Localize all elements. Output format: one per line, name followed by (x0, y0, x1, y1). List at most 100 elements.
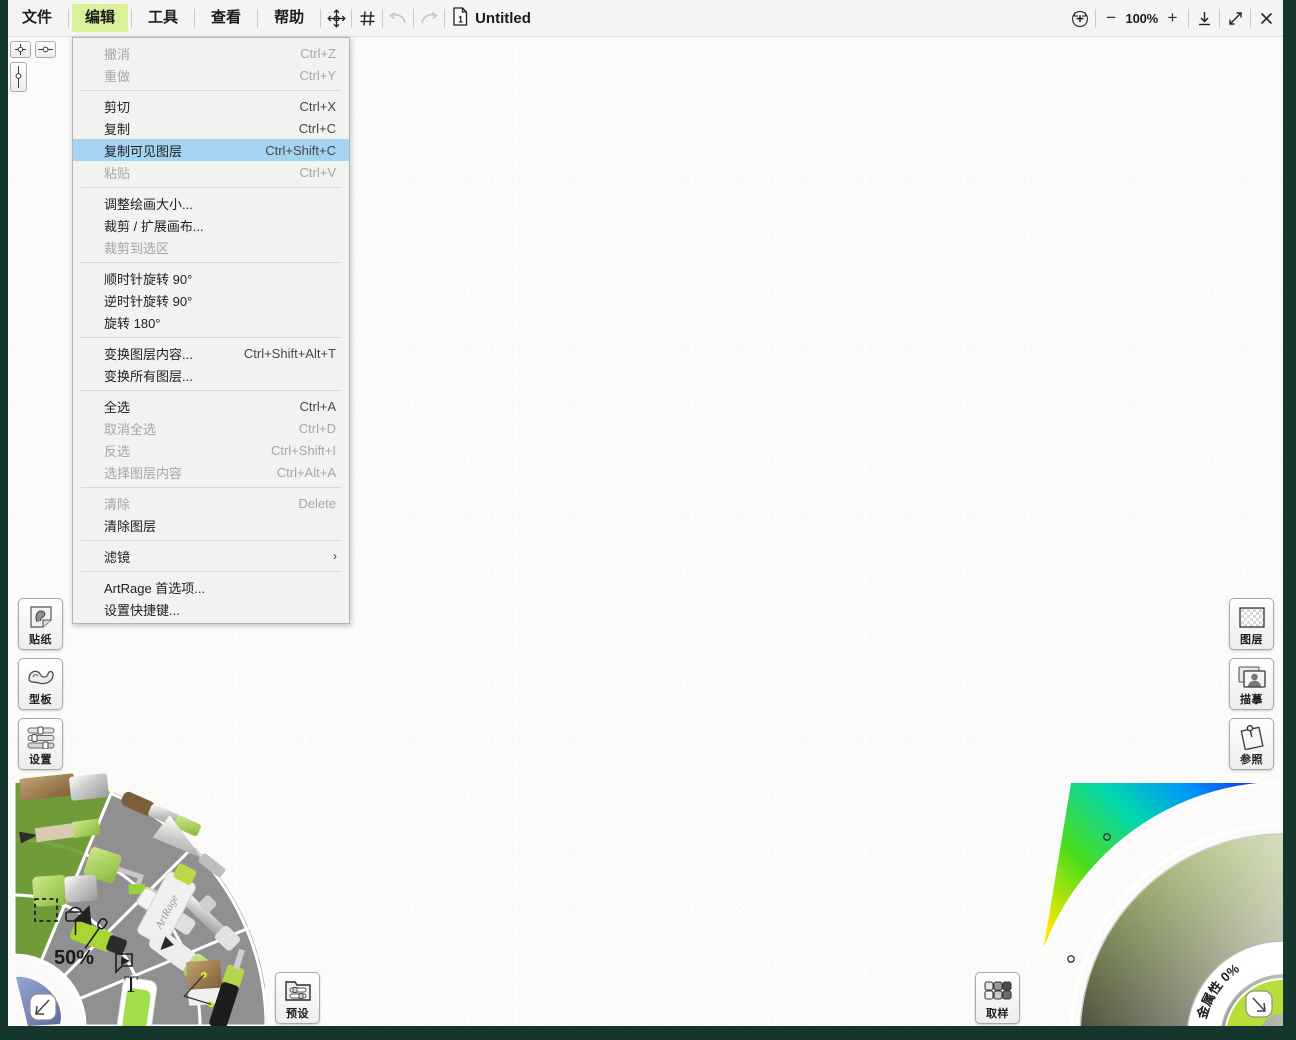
menu-tools[interactable]: 工具 (135, 4, 191, 32)
menu-help[interactable]: 帮助 (261, 4, 317, 32)
menu-item-label: 逆时针旋转 90° (104, 291, 336, 310)
panel-button-sample[interactable]: 取样 (975, 972, 1020, 1024)
menu-divider (320, 9, 321, 28)
menu-file[interactable]: 文件 (9, 4, 65, 32)
panel-button-settings[interactable]: 设置 (18, 718, 63, 770)
mini-tool-strip (10, 41, 56, 96)
menu-item-4-0[interactable]: 变换图层内容...Ctrl+Shift+Alt+T (73, 342, 349, 364)
panel-label-reference: 参照 (1240, 751, 1263, 767)
menu-item-label: 全选 (104, 397, 286, 416)
panel-label-preset: 预设 (286, 1005, 309, 1021)
menu-edit[interactable]: 编辑 (72, 4, 128, 32)
menu-view[interactable]: 查看 (198, 4, 254, 32)
chevron-right-icon: › (333, 549, 337, 563)
panel-label-sample: 取样 (986, 1005, 1009, 1021)
panel-button-stencil[interactable]: 型板 (18, 658, 63, 710)
menu-item-1-3: 粘贴Ctrl+V (73, 161, 349, 183)
menu-item-3-1[interactable]: 逆时针旋转 90° (73, 289, 349, 311)
panel-button-reference[interactable]: 参照 (1229, 718, 1274, 770)
close-icon[interactable] (1253, 5, 1279, 31)
menu-item-8-0[interactable]: ArtRage 首选项... (73, 576, 349, 598)
menu-item-5-1: 取消全选Ctrl+D (73, 417, 349, 439)
download-icon[interactable] (1191, 5, 1217, 31)
menu-divider (257, 9, 258, 28)
panel-label-settings: 设置 (29, 751, 52, 767)
rotate-reset-icon[interactable] (1067, 5, 1093, 31)
menu-item-shortcut: Ctrl+Y (300, 68, 336, 83)
zoom-out-button[interactable]: − (1105, 8, 1118, 28)
menu-divider (382, 9, 383, 28)
vertical-slider-tool[interactable] (10, 62, 27, 92)
menu-item-shortcut: Ctrl+C (299, 121, 336, 136)
panel-label-stencil: 型板 (29, 691, 52, 707)
menu-item-3-2[interactable]: 旋转 180° (73, 311, 349, 333)
menu-item-8-1[interactable]: 设置快捷键... (73, 598, 349, 620)
menu-divider (194, 9, 195, 28)
preset-folder-icon (283, 978, 313, 1004)
menu-divider (1250, 9, 1251, 28)
menu-item-label: 裁剪 / 扩展画布... (104, 216, 336, 235)
document-title: Untitled (475, 10, 531, 27)
pointer-precision-tool[interactable] (10, 41, 31, 58)
menu-divider (1095, 9, 1096, 28)
menu-item-1-0[interactable]: 剪切Ctrl+X (73, 95, 349, 117)
menu-item-2-1[interactable]: 裁剪 / 扩展画布... (73, 214, 349, 236)
reference-pin-icon (1237, 724, 1267, 750)
menu-divider (131, 9, 132, 28)
color-picker-wheel[interactable]: 金属性 0% (1033, 772, 1283, 1026)
mini-tool-row (10, 62, 56, 92)
menu-item-label: 清除图层 (104, 516, 336, 535)
zoom-controls: − 100% + (1098, 8, 1186, 28)
move-icon[interactable] (323, 5, 349, 31)
panel-button-preset[interactable]: 预设 (275, 972, 320, 1024)
menu-item-6-1[interactable]: 清除图层 (73, 514, 349, 536)
menu-item-0-1: 重做Ctrl+Y (73, 64, 349, 86)
fullscreen-icon[interactable] (1222, 5, 1248, 31)
panel-button-trace[interactable]: 描摹 (1229, 658, 1274, 710)
zoom-level: 100% (1126, 11, 1158, 26)
zoom-in-button[interactable]: + (1166, 8, 1179, 28)
menu-separator (81, 187, 341, 188)
menu-item-shortcut: Ctrl+A (300, 399, 336, 414)
horizontal-slider-tool[interactable] (35, 41, 56, 58)
trace-image-icon (1237, 664, 1267, 690)
layers-icon (1237, 604, 1267, 630)
stencil-icon (26, 664, 56, 690)
menu-item-6-0: 清除Delete (73, 492, 349, 514)
menu-separator (81, 487, 341, 488)
menu-item-1-2[interactable]: 复制可见图层Ctrl+Shift+C (73, 139, 349, 161)
menu-item-4-1[interactable]: 变换所有图层... (73, 364, 349, 386)
menu-item-shortcut: Ctrl+Z (300, 46, 336, 61)
menu-separator (81, 571, 341, 572)
panel-label-sticker: 贴纸 (29, 631, 52, 647)
menu-divider (444, 9, 445, 28)
menu-item-label: 复制 (104, 119, 285, 138)
panel-button-sticker[interactable]: 贴纸 (18, 598, 63, 650)
menu-item-3-0[interactable]: 顺时针旋转 90° (73, 267, 349, 289)
panel-label-layers: 图层 (1240, 631, 1263, 647)
menu-item-label: 变换图层内容... (104, 344, 230, 363)
menu-item-2-0[interactable]: 调整绘画大小... (73, 192, 349, 214)
menu-divider (1188, 9, 1189, 28)
menu-item-7-0[interactable]: 滤镜› (73, 545, 349, 567)
menu-item-shortcut: Ctrl+D (299, 421, 336, 436)
redo-icon[interactable] (416, 5, 442, 31)
menu-item-shortcut: Ctrl+Alt+A (277, 465, 336, 480)
menu-item-5-0[interactable]: 全选 Ctrl+A (73, 395, 349, 417)
menu-divider (351, 9, 352, 28)
menu-item-shortcut: Ctrl+Shift+C (265, 143, 336, 158)
color-samples-icon (983, 978, 1013, 1004)
menu-item-shortcut: Delete (298, 496, 336, 511)
menu-item-5-3: 选择图层内容Ctrl+Alt+A (73, 461, 349, 483)
mini-tool-row (10, 41, 56, 58)
menu-separator (81, 262, 341, 263)
grid-icon[interactable] (354, 5, 380, 31)
menu-item-1-1[interactable]: 复制 Ctrl+C (73, 117, 349, 139)
menu-separator (81, 90, 341, 91)
sliders-icon (26, 724, 56, 750)
document-title-group: 1 Untitled (453, 7, 531, 30)
menu-divider (413, 9, 414, 28)
menu-item-label: ArtRage 首选项... (104, 578, 336, 597)
panel-button-layers[interactable]: 图层 (1229, 598, 1274, 650)
undo-icon[interactable] (385, 5, 411, 31)
